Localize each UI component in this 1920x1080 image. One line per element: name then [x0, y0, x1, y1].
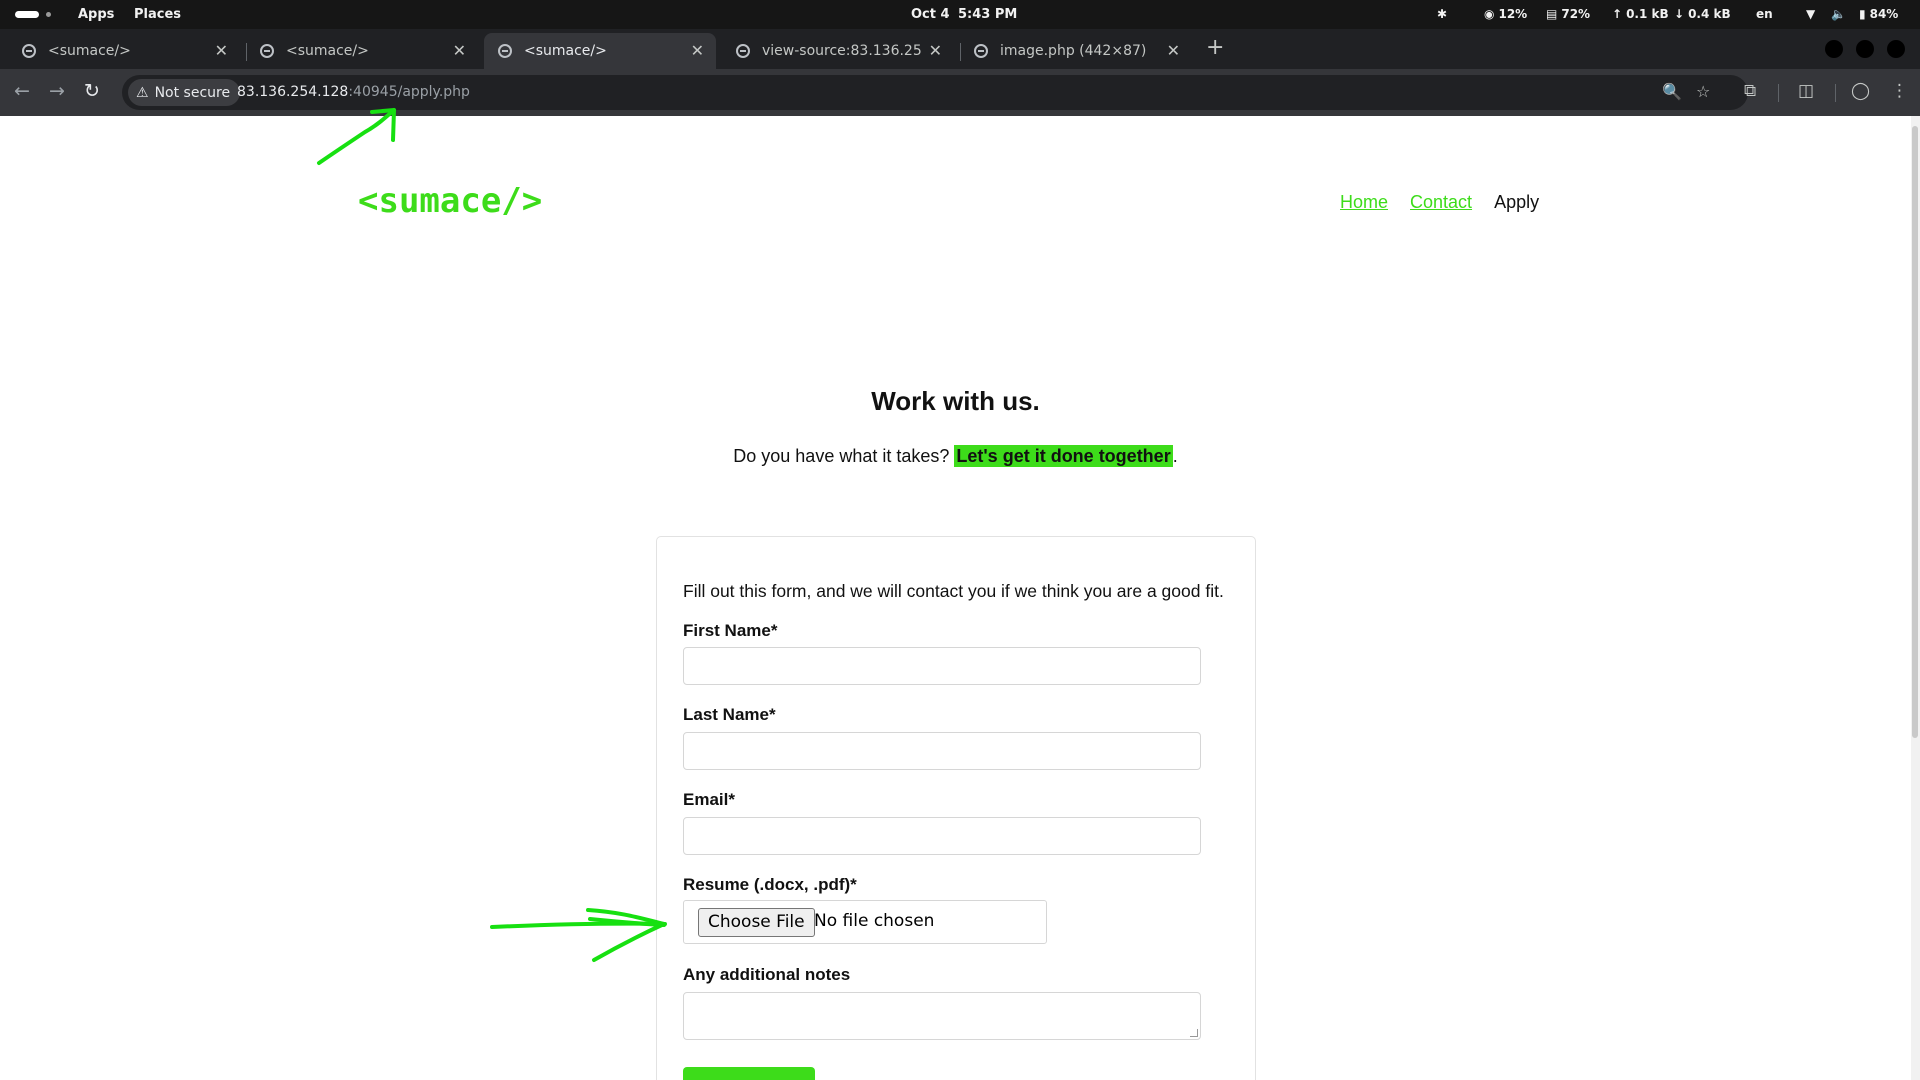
annotation-arrowhead-file: [586, 908, 666, 962]
annotation-layer: [317, 108, 667, 962]
annotation-arrow-url: [317, 108, 396, 165]
